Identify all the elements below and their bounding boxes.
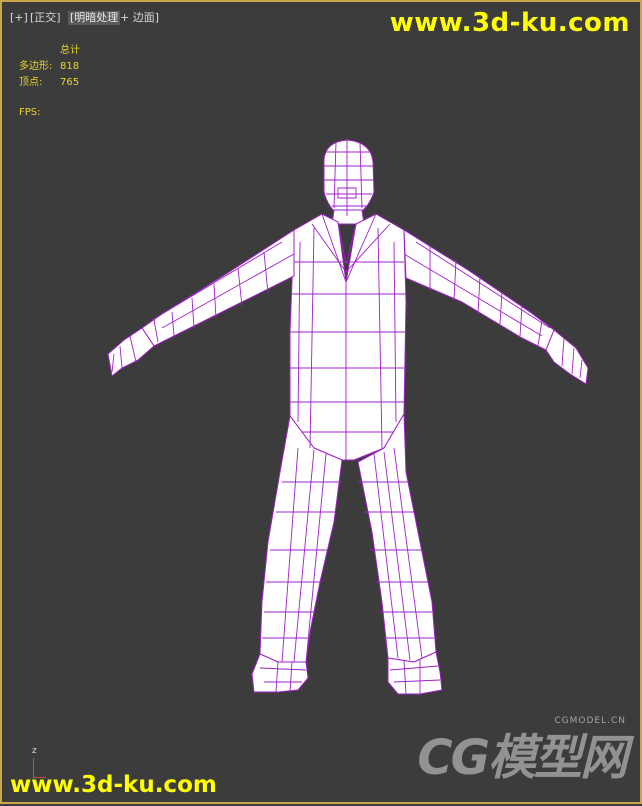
model-left-arm <box>141 229 295 347</box>
model-head <box>323 139 375 217</box>
cgmodel-logo-small-text: CGMODEL.CN <box>554 716 626 726</box>
watermark-bottom: www.3d-ku.com <box>10 772 217 798</box>
cgmodel-logo-text: CG模型网 <box>417 730 628 786</box>
model-right-hand <box>545 329 589 385</box>
cgmodel-logo: CGMODEL.CN CG模型网 <box>417 716 628 788</box>
model-left-hand <box>107 327 155 377</box>
axis-z-label: z <box>32 746 37 756</box>
character-wireframe-model[interactable] <box>2 2 642 806</box>
viewport-orthographic[interactable]: [+] [正交] [明暗处理 + 边面] 总计 多边形: 818 顶点: 765… <box>0 0 642 804</box>
model-torso <box>289 213 407 461</box>
